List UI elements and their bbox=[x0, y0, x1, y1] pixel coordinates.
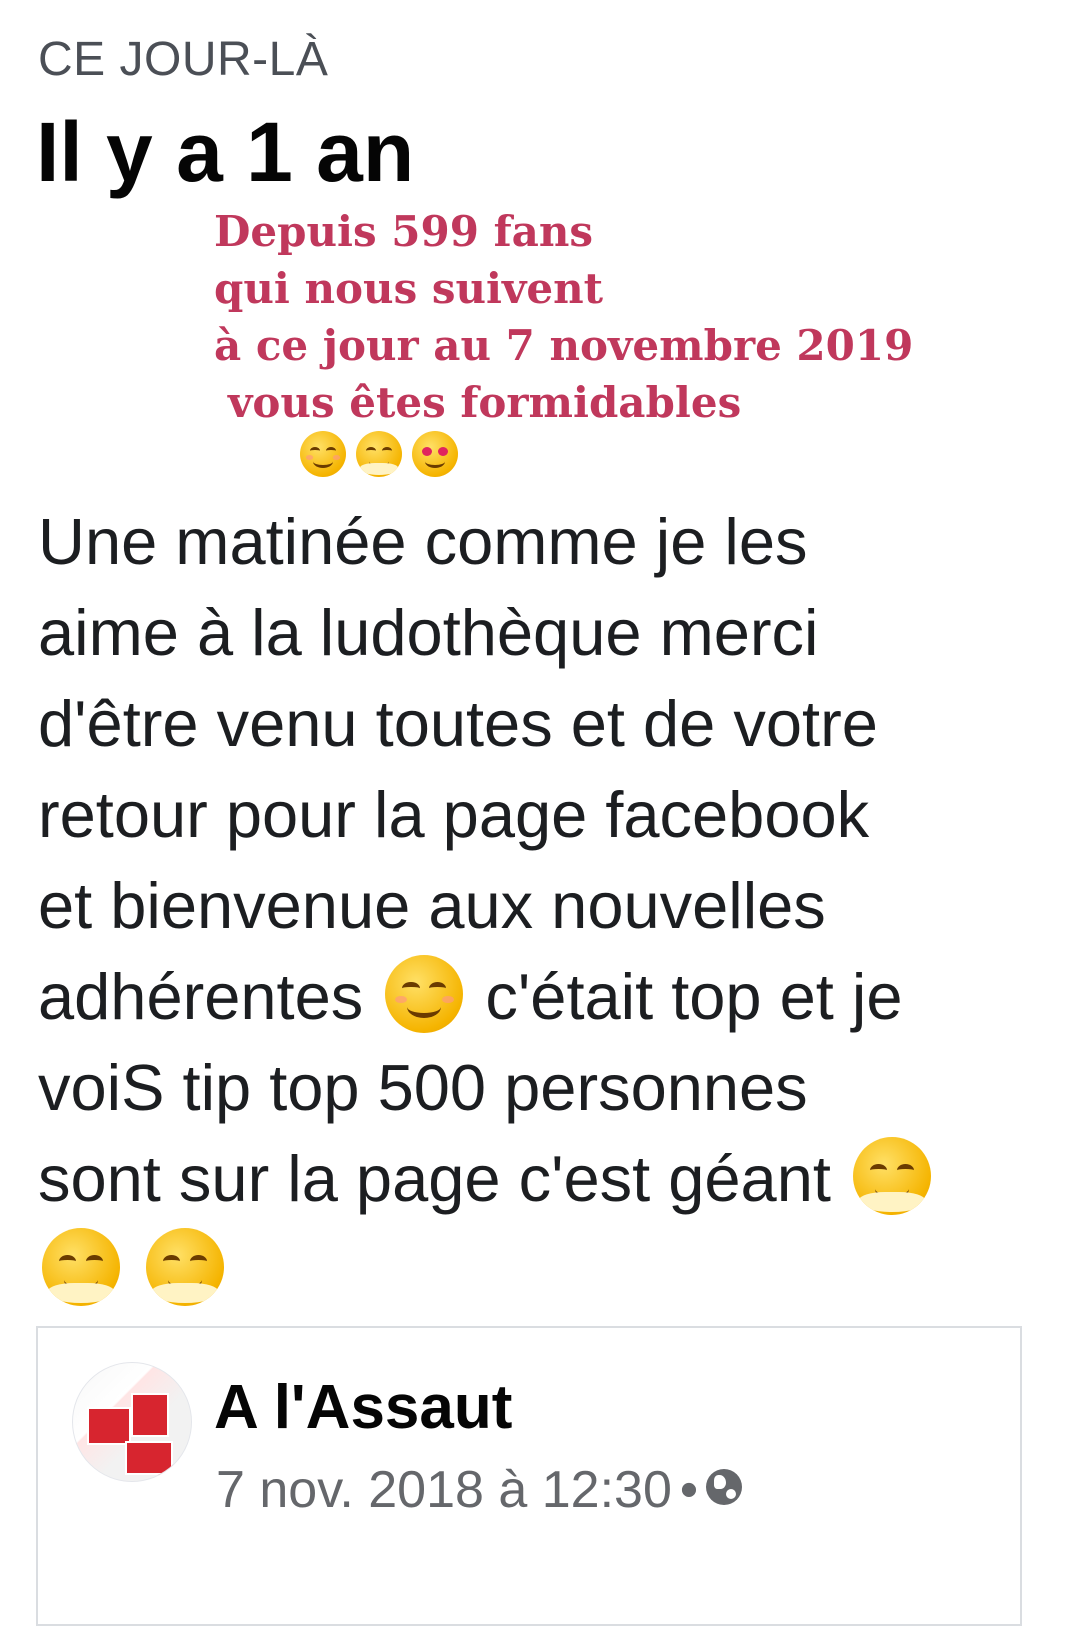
post-line: aime à la ludothèque merci bbox=[38, 596, 819, 669]
post-meta: 7 nov. 2018 à 12:30 • bbox=[216, 1460, 743, 1520]
overlay-line: qui nous suivent bbox=[214, 264, 604, 313]
hugging-face-icon bbox=[42, 1228, 120, 1306]
post-timestamp[interactable]: 7 nov. 2018 à 12:30 bbox=[216, 1461, 672, 1519]
page-avatar[interactable] bbox=[72, 1362, 192, 1482]
smiling-face-icon bbox=[385, 955, 464, 1033]
memory-label: CE JOUR-LÀ bbox=[38, 33, 329, 86]
heart-eyes-icon bbox=[411, 431, 458, 477]
post-line-part: adhérentes bbox=[38, 960, 364, 1033]
post-line-part: c'était top et je bbox=[485, 960, 903, 1033]
memory-image-overlay: Depuis 599 fans qui nous suivent à ce jo… bbox=[214, 203, 913, 481]
overlay-line: vous êtes formidables bbox=[228, 378, 742, 427]
overlay-emoji-row bbox=[214, 431, 913, 481]
meta-separator: • bbox=[679, 1461, 699, 1519]
post-line: et bienvenue aux nouvelles bbox=[38, 869, 826, 942]
post-text: Une matinée comme je les aime à la ludot… bbox=[38, 496, 1048, 1315]
post-line: d'être venu toutes et de votre bbox=[38, 687, 878, 760]
hugging-face-icon bbox=[146, 1228, 225, 1306]
smiling-face-icon bbox=[300, 431, 346, 477]
shared-post-card[interactable]: A l'Assaut 7 nov. 2018 à 12:30 • bbox=[36, 1326, 1022, 1626]
emoji-row bbox=[38, 1224, 1048, 1315]
post-line-part: sont sur la page c'est géant bbox=[38, 1142, 831, 1215]
overlay-line: Depuis 599 fans bbox=[214, 207, 594, 256]
post-line-with-emoji: sont sur la page c'est géant bbox=[38, 1133, 1048, 1224]
post-line: voiS tip top 500 personnes bbox=[38, 1051, 808, 1124]
post-line-with-emoji: adhérentes c'était top et je bbox=[38, 951, 1048, 1042]
hugging-face-icon bbox=[355, 431, 402, 477]
post-line: Une matinée comme je les bbox=[38, 505, 808, 578]
post-line: retour pour la page facebook bbox=[38, 778, 870, 851]
globe-icon bbox=[706, 1469, 743, 1505]
hugging-face-icon bbox=[852, 1137, 931, 1215]
page-name-link[interactable]: A l'Assaut bbox=[214, 1372, 512, 1443]
memory-title: Il y a 1 an bbox=[36, 105, 415, 199]
overlay-line: à ce jour au 7 novembre 2019 bbox=[214, 321, 914, 370]
